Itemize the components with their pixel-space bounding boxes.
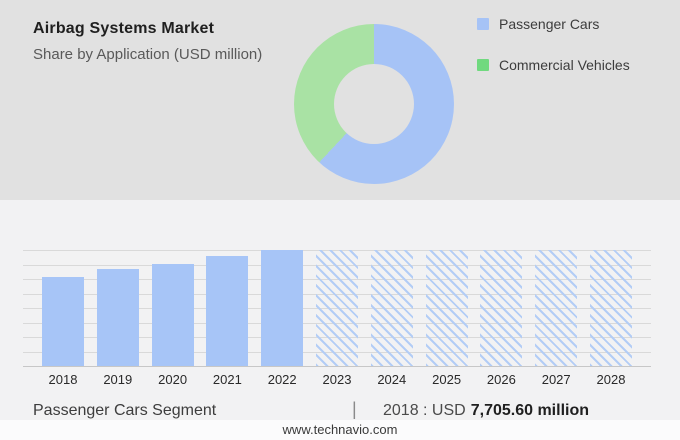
bar-2022 [261,250,304,366]
bar-2020 [151,264,194,366]
legend-item-passenger-cars: Passenger Cars [477,14,599,34]
header-banner: Airbag Systems Market Share by Applicati… [0,0,680,200]
legend-swatch-commercial-vehicles-icon [477,59,489,71]
legend-item-commercial-vehicles: Commercial Vehicles [477,55,630,75]
page-subtitle: Share by Application (USD million) [33,46,263,63]
year-label-2028: 2028 [596,372,626,387]
forecast-bar-2023 [316,250,358,366]
year-label-2021: 2021 [212,372,242,387]
year-label-2022: 2022 [267,372,297,387]
forecast-bar-2025 [425,250,468,366]
website-strip: www.technavio.com [0,420,680,440]
legend-swatch-passenger-cars-icon [477,18,489,30]
footer-value-prefix: 2018 : USD [383,402,466,419]
forecast-bar-2024 [370,250,413,366]
year-label-2018: 2018 [48,372,78,387]
forecast-bar-2027 [535,250,578,366]
year-label-2024: 2024 [377,372,407,387]
bar-chart: Passenger Cars Segment | 2018 : USD 7,705… [0,200,680,420]
donut-hole [334,64,414,144]
gridline [23,366,651,367]
bar-2019 [96,269,139,366]
year-label-2020: 2020 [158,372,188,387]
year-label-2025: 2025 [432,372,462,387]
website-url: www.technavio.com [282,422,398,437]
legend-label-passenger-cars: Passenger Cars [499,16,600,32]
year-label-2026: 2026 [486,372,516,387]
forecast-bar-2028 [590,250,632,366]
year-label-2027: 2027 [541,372,571,387]
footer-value: 2018 : USD 7,705.60 million [383,402,589,420]
bar-2018 [42,277,84,366]
page-title: Airbag Systems Market [33,20,215,37]
forecast-bar-2026 [480,250,523,366]
donut-chart [294,24,454,184]
segment-label: Passenger Cars Segment [33,402,217,419]
year-label-2019: 2019 [103,372,133,387]
legend-label-commercial-vehicles: Commercial Vehicles [499,57,630,73]
year-label-2023: 2023 [322,372,352,387]
footer-divider: | [352,399,357,419]
footer-value-bold: 7,705.60 million [470,402,589,419]
bar-2021 [206,256,249,366]
